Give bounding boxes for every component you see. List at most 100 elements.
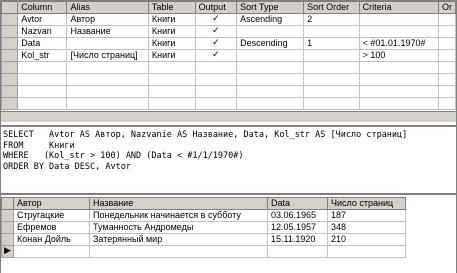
empty-cell[interactable]: [147, 97, 196, 110]
row-selector[interactable]: [0, 37, 19, 50]
row-selector[interactable]: [1, 233, 14, 246]
cell-table[interactable]: Книги: [147, 25, 196, 38]
empty-cell[interactable]: [194, 85, 238, 98]
cell-criteria[interactable]: [358, 13, 439, 26]
cell-output-checkbox[interactable]: ✓: [194, 37, 238, 50]
grid-row-empty[interactable]: [0, 97, 457, 110]
cell-alias[interactable]: [66, 37, 149, 50]
results-row[interactable]: Ефремов Туманность Андромеды 12.05.1957 …: [1, 221, 406, 234]
row-selector[interactable]: [0, 13, 19, 26]
cell-pages[interactable]: 187: [327, 209, 406, 222]
empty-cell[interactable]: [437, 97, 457, 110]
empty-cell[interactable]: [66, 73, 149, 86]
empty-cell[interactable]: [236, 85, 305, 98]
cell-sort-order[interactable]: [303, 25, 360, 38]
grid-row-empty[interactable]: [0, 85, 457, 98]
row-selector[interactable]: [1, 209, 14, 222]
grid-header-sort-type[interactable]: Sort Type: [236, 1, 305, 14]
cell-output-checkbox[interactable]: ✓: [194, 25, 238, 38]
grid-row[interactable]: Avtor Автор Книги ✓ Ascending 2: [0, 13, 457, 26]
grid-header-table[interactable]: Table: [147, 1, 196, 14]
cell-output-checkbox[interactable]: ✓: [194, 49, 238, 62]
empty-cell[interactable]: [303, 85, 360, 98]
empty-cell[interactable]: [17, 85, 68, 98]
cell-column[interactable]: Avtor: [17, 13, 68, 26]
cell-date[interactable]: 12.05.1957: [267, 221, 328, 234]
cell-column[interactable]: Kol_str: [17, 49, 68, 62]
cell-sort-order[interactable]: 1: [303, 37, 360, 50]
cell-sort-type[interactable]: [236, 49, 305, 62]
cell-date[interactable]: 15.11.1920: [267, 233, 328, 246]
cell-author[interactable]: Стругацкие: [13, 209, 90, 222]
cell-criteria[interactable]: > 100: [358, 49, 439, 62]
cell-title[interactable]: Затерянный мир: [89, 233, 268, 246]
cell-column[interactable]: Nazvan: [17, 25, 68, 38]
grid-header-output[interactable]: Output: [194, 1, 238, 14]
row-selector[interactable]: [0, 97, 19, 110]
cell-table[interactable]: Книги: [147, 49, 196, 62]
empty-cell[interactable]: [17, 61, 68, 74]
cell-alias[interactable]: [Число страниц]: [66, 49, 149, 62]
cell-sort-type[interactable]: Ascending: [236, 13, 305, 26]
cell-column[interactable]: Data: [17, 37, 68, 50]
cell-table[interactable]: Книги: [147, 13, 196, 26]
empty-cell[interactable]: [194, 73, 238, 86]
grid-header-criteria[interactable]: Criteria: [358, 1, 439, 14]
empty-cell[interactable]: [13, 245, 90, 258]
empty-cell[interactable]: [303, 97, 360, 110]
results-new-row[interactable]: ▶: [1, 245, 406, 258]
sql-pane[interactable]: SELECT Avtor AS Автор, Nazvanie AS Назва…: [1, 125, 456, 195]
empty-cell[interactable]: [66, 97, 149, 110]
results-header-author[interactable]: Автор: [13, 197, 90, 210]
grid-row-empty[interactable]: [0, 61, 457, 74]
row-selector[interactable]: [0, 49, 19, 62]
cell-output-checkbox[interactable]: ✓: [194, 13, 238, 26]
empty-cell[interactable]: [194, 97, 238, 110]
empty-cell[interactable]: [147, 85, 196, 98]
empty-cell[interactable]: [17, 73, 68, 86]
cell-or[interactable]: [437, 13, 457, 26]
empty-cell[interactable]: [236, 97, 305, 110]
empty-cell[interactable]: [236, 73, 305, 86]
results-header-date[interactable]: Data: [267, 197, 328, 210]
results-row[interactable]: Конан Дойль Затерянный мир 15.11.1920 21…: [1, 233, 406, 246]
results-header-title[interactable]: Название: [89, 197, 268, 210]
empty-cell[interactable]: [437, 61, 457, 74]
empty-cell[interactable]: [194, 61, 238, 74]
cell-sort-type[interactable]: [236, 25, 305, 38]
current-row-arrow-icon[interactable]: ▶: [1, 245, 14, 258]
grid-header-alias[interactable]: Alias: [66, 1, 149, 14]
cell-criteria[interactable]: [358, 25, 439, 38]
cell-title[interactable]: Туманность Андромеды: [89, 221, 268, 234]
grid-row[interactable]: Data Книги ✓ Descending 1 < #01.01.1970#: [0, 37, 457, 50]
empty-cell[interactable]: [17, 97, 68, 110]
empty-cell[interactable]: [89, 245, 268, 258]
empty-cell[interactable]: [437, 85, 457, 98]
cell-pages[interactable]: 210: [327, 233, 406, 246]
empty-cell[interactable]: [267, 245, 328, 258]
grid-header-sort-order[interactable]: Sort Order: [303, 1, 360, 14]
empty-cell[interactable]: [358, 97, 439, 110]
empty-cell[interactable]: [236, 61, 305, 74]
empty-cell[interactable]: [147, 73, 196, 86]
grid-horizontal-scrollbar[interactable]: [1, 111, 456, 122]
cell-or[interactable]: [437, 25, 457, 38]
cell-sort-type[interactable]: Descending: [236, 37, 305, 50]
cell-alias[interactable]: Название: [66, 25, 149, 38]
row-selector[interactable]: [0, 25, 19, 38]
row-selector[interactable]: [1, 221, 14, 234]
grid-header-or[interactable]: Or: [437, 1, 457, 14]
row-selector[interactable]: [0, 61, 19, 74]
grid-row[interactable]: Kol_str [Число страниц] Книги ✓ > 100: [0, 49, 457, 62]
results-row[interactable]: Стругацкие Понедельник начинается в субб…: [1, 209, 406, 222]
cell-alias[interactable]: Автор: [66, 13, 149, 26]
cell-or[interactable]: [437, 37, 457, 50]
empty-cell[interactable]: [358, 61, 439, 74]
grid-header-column[interactable]: Column: [17, 1, 68, 14]
empty-cell[interactable]: [358, 85, 439, 98]
cell-or[interactable]: [437, 49, 457, 62]
empty-cell[interactable]: [147, 61, 196, 74]
grid-row-empty[interactable]: [0, 73, 457, 86]
cell-title[interactable]: Понедельник начинается в субботу: [89, 209, 268, 222]
cell-date[interactable]: 03.06.1965: [267, 209, 328, 222]
